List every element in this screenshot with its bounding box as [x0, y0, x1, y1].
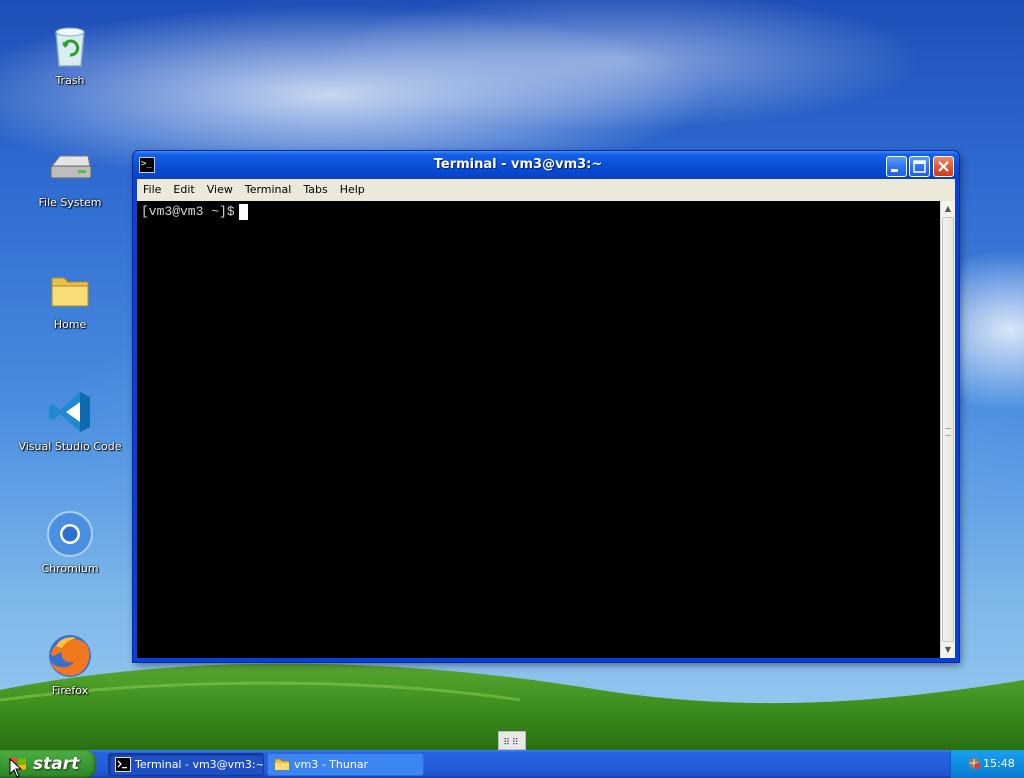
maximize-icon — [913, 160, 926, 173]
desktop-icon-file-system[interactable]: File System — [14, 144, 126, 209]
menu-help[interactable]: Help — [334, 179, 371, 201]
menu-terminal[interactable]: Terminal — [239, 179, 298, 201]
folder-icon — [274, 758, 290, 771]
menu-view[interactable]: View — [201, 179, 239, 201]
close-icon — [938, 161, 949, 172]
desktop-icon-chromium[interactable]: Chromium — [14, 510, 126, 575]
chromium-icon — [47, 511, 93, 557]
grip-icon — [945, 428, 951, 436]
window-title: Terminal - vm3@vm3:~ — [433, 157, 603, 172]
drive-icon — [50, 155, 92, 179]
terminal-prompt: [vm3@vm3 ~]$ — [141, 204, 248, 220]
desktop-icon-label: Trash — [55, 74, 85, 87]
maximize-button[interactable] — [909, 156, 930, 177]
network-icon[interactable] — [967, 756, 981, 770]
menu-edit[interactable]: Edit — [167, 179, 200, 201]
trash-icon — [55, 27, 85, 67]
vertical-scrollbar[interactable]: ▲ ▼ — [940, 201, 955, 658]
menu-bar: File Edit View Terminal Tabs Help — [137, 179, 955, 201]
desktop-icon-label: Home — [53, 318, 87, 331]
desktop-icon-vscode[interactable]: Visual Studio Code — [14, 388, 126, 453]
system-tray: 15:48 — [950, 750, 1024, 778]
minimize-icon — [891, 169, 898, 172]
clock[interactable]: 15:48 — [983, 750, 1015, 778]
close-button[interactable] — [933, 156, 954, 177]
desktop-icon-home[interactable]: Home — [14, 266, 126, 331]
mouse-pointer-icon — [9, 758, 23, 778]
start-label: start — [33, 754, 80, 774]
menu-file[interactable]: File — [137, 179, 167, 201]
text-cursor — [238, 204, 248, 220]
scroll-down-arrow-icon[interactable]: ▼ — [942, 643, 954, 657]
desktop-icon-label: Chromium — [41, 562, 99, 575]
terminal-icon — [115, 757, 131, 772]
taskbar-item-terminal[interactable]: Terminal - vm3@vm3:~ — [108, 753, 264, 776]
desktop-icon-trash[interactable]: Trash — [14, 22, 126, 87]
taskbar-item-label: vm3 - Thunar — [294, 758, 369, 771]
desktop-icon-label: Visual Studio Code — [18, 440, 122, 453]
prompt-text: [vm3@vm3 ~]$ — [141, 204, 235, 219]
scroll-up-arrow-icon[interactable]: ▲ — [942, 202, 954, 216]
desktop-icon-firefox[interactable]: Firefox — [14, 632, 126, 697]
terminal-area[interactable]: [vm3@vm3 ~]$ — [137, 201, 940, 658]
terminal-window[interactable]: >_ Terminal - vm3@vm3:~ File Edit View T… — [133, 151, 959, 662]
vscode-icon — [49, 392, 90, 432]
taskbar-item-label: Terminal - vm3@vm3:~ — [135, 758, 264, 771]
firefox-icon — [49, 635, 91, 677]
minimize-button[interactable] — [886, 156, 907, 177]
folder-icon — [51, 277, 89, 307]
menu-tabs[interactable]: Tabs — [297, 179, 333, 201]
title-bar[interactable]: >_ Terminal - vm3@vm3:~ — [133, 151, 959, 179]
panel-handle[interactable]: ⠿⠿ — [498, 731, 526, 750]
desktop-icon-label: File System — [38, 196, 102, 209]
taskbar-item-thunar[interactable]: vm3 - Thunar — [267, 753, 424, 776]
scrollbar-thumb[interactable] — [942, 217, 954, 642]
desktop: Trash File System Home Visual Studio Cod… — [0, 0, 1024, 750]
taskbar: start Terminal - vm3@vm3:~ vm3 - Thunar … — [0, 750, 1024, 778]
desktop-icon-label: Firefox — [51, 684, 89, 697]
